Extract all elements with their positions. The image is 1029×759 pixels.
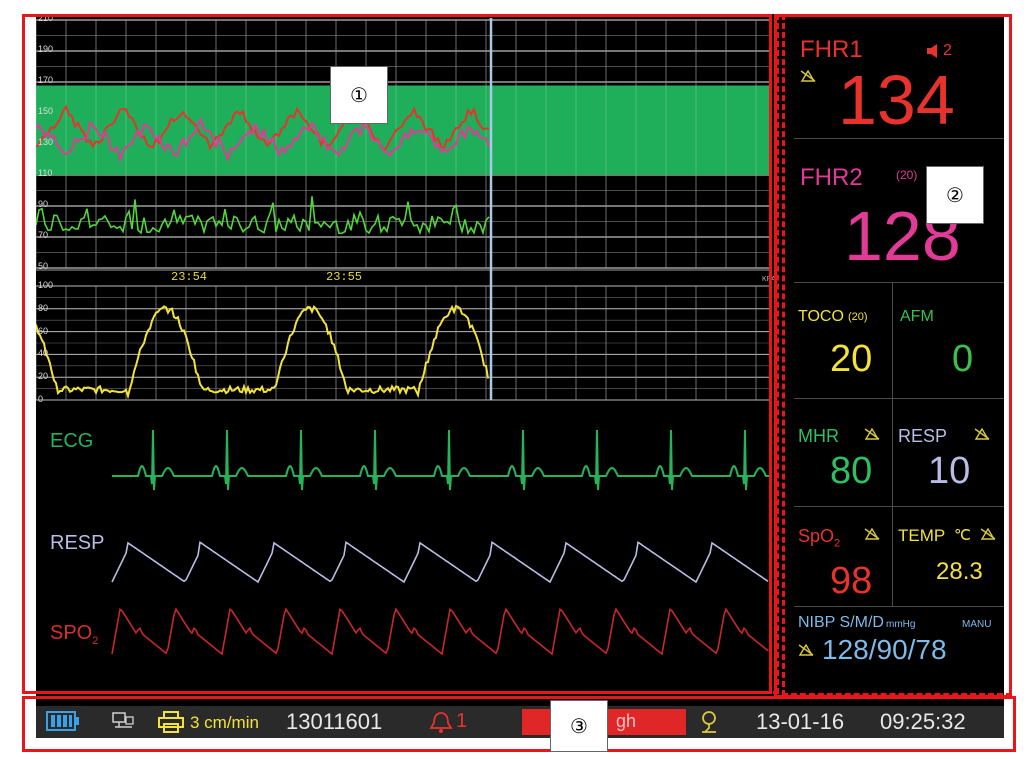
region-1-dashed-outline — [24, 14, 779, 694]
region-2-marker: ② — [926, 166, 984, 224]
region-3-outline — [22, 696, 1016, 752]
region-3-marker: ③ — [550, 700, 608, 752]
region-2-dashed-outline — [782, 14, 1012, 696]
region-1-marker: ① — [330, 66, 388, 124]
